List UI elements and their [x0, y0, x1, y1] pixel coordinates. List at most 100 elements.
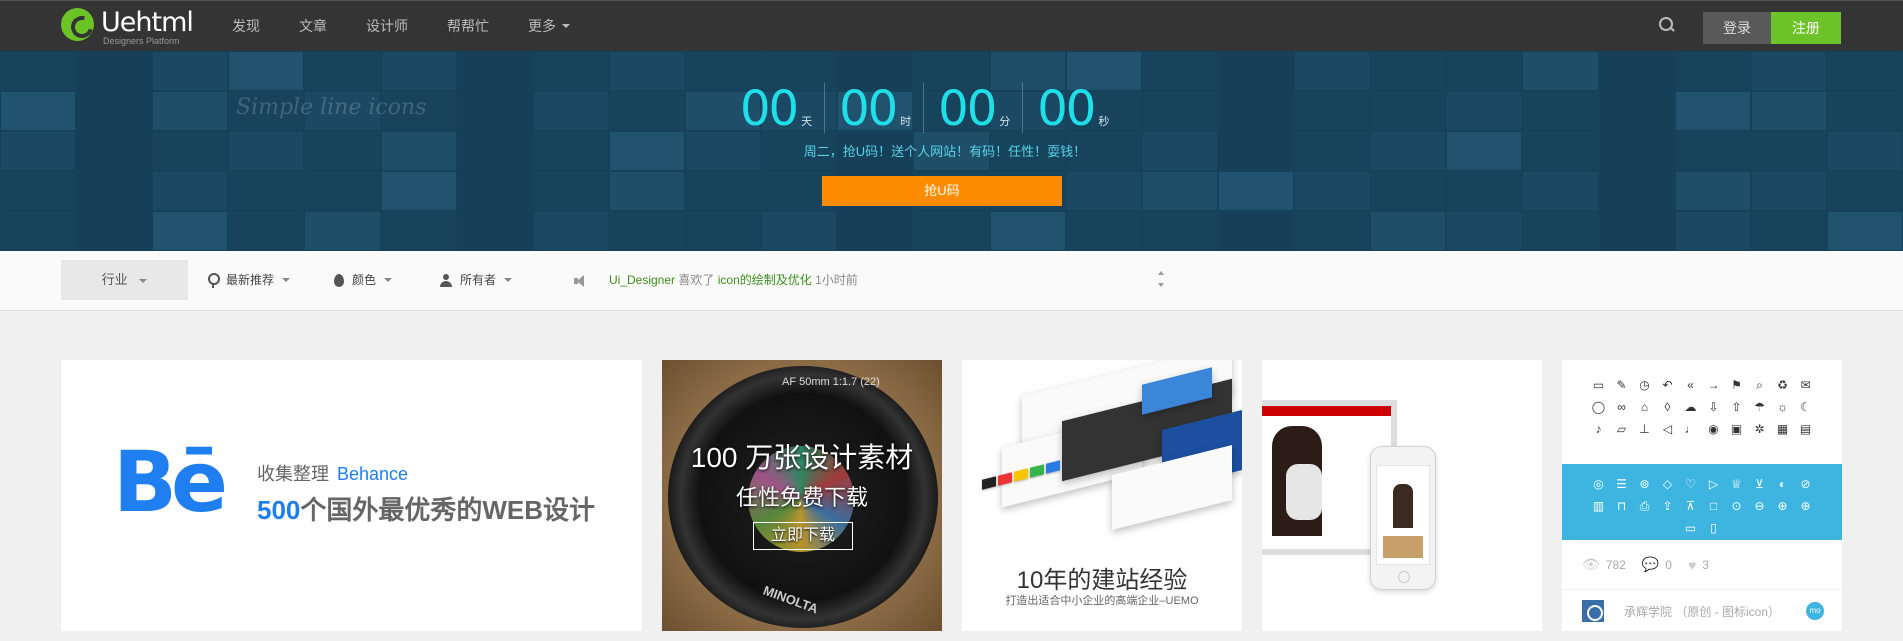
- author-name[interactable]: 承辉学院 （原创 - 图标icon）: [1624, 603, 1780, 620]
- book-icon: ▤: [1799, 422, 1812, 436]
- clock-icon: ◷: [1639, 378, 1650, 392]
- likes-stat[interactable]: ♥ 3: [1688, 557, 1709, 573]
- top-nav: Uehtml Designers Platform 发现 文章 设计师 帮帮忙 …: [0, 0, 1903, 51]
- ticker-scroll-control[interactable]: [1157, 271, 1165, 291]
- arrow-down-icon[interactable]: [1158, 283, 1164, 287]
- uemo-subtitle: 打造出适合中小企业的高端企业–UEMO: [1005, 595, 1199, 607]
- ticker-time: 1小时前: [815, 273, 858, 287]
- image-icon: ▣: [1730, 422, 1743, 436]
- nav-menu: 发现 文章 设计师 帮帮忙 更多: [232, 1, 609, 51]
- calendar-icon: ▦: [1776, 422, 1789, 436]
- icon-row: ♪ ▱ ⊥ ◁ ♩ ◉ ▣ ✲ ▦ ▤: [1562, 418, 1842, 440]
- nav-item-articles[interactable]: 文章: [299, 1, 327, 51]
- likes-count: 3: [1702, 557, 1709, 572]
- sun-icon: ☼: [1777, 400, 1788, 414]
- countdown-hours-unit: 时: [900, 116, 912, 128]
- search-icon: ⌕: [1756, 377, 1763, 392]
- icon-set-card[interactable]: ▭ ✎ ◷ ↶ « → ⚑ ⌕ ♻ ✉ ◯ ∞ ⌂ ◊ ☁ ⇩ ⇧ ☂ ☼ ☾ …: [1562, 360, 1842, 631]
- grab-code-button[interactable]: 抢U码: [822, 176, 1062, 206]
- uemo-ad-card[interactable]: 10年的建站经验 打造出适合中小企业的高端企业–UEMO: [962, 360, 1242, 631]
- camera-icon: ◉: [1708, 422, 1719, 436]
- nav-item-designers[interactable]: 设计师: [366, 1, 408, 51]
- author-badge: mo: [1806, 602, 1824, 620]
- product-thumbs: [1383, 536, 1423, 558]
- filter-recommend-dropdown[interactable]: 最新推荐: [208, 260, 291, 300]
- ticker-target-link[interactable]: icon的绘制及优化: [718, 273, 812, 287]
- icon-set-author-bar: 承辉学院 （原创 - 图标icon） mo: [1562, 589, 1842, 631]
- site-logo[interactable]: Uehtml Designers Platform: [61, 8, 196, 46]
- countdown-days: 00 天: [740, 81, 826, 137]
- database-icon: ☰: [1616, 477, 1627, 491]
- mail-icon: ✉: [1800, 378, 1811, 392]
- video-icon: ▷: [1708, 477, 1719, 491]
- countdown-minutes: 00 分: [938, 81, 1024, 137]
- countdown-hours: 00 时: [839, 83, 925, 133]
- briefcase-icon: ▭: [1684, 521, 1697, 535]
- pin-icon: ⊥: [1639, 422, 1650, 436]
- trash-icon: ♻: [1777, 378, 1788, 392]
- chevron-down-icon: [504, 278, 513, 282]
- register-button[interactable]: 注册: [1771, 12, 1841, 44]
- banner-background-script: Simple line icons: [236, 95, 427, 120]
- download-now-button[interactable]: 立即下载: [753, 522, 853, 550]
- behance-ad-card[interactable]: Bē 收集整理 Behance 500个国外最优秀的WEB设计: [61, 360, 642, 631]
- filter-industry-dropdown[interactable]: 行业: [61, 260, 188, 300]
- inbox-icon: ▭: [1592, 378, 1605, 392]
- chevron-down-icon: [384, 278, 393, 282]
- countdown-minutes-unit: 分: [999, 116, 1011, 128]
- countdown-days-value: 00: [740, 81, 799, 137]
- laptop-header: [1262, 406, 1391, 416]
- search-icon[interactable]: [1659, 17, 1675, 33]
- behance-logo: Bē: [113, 433, 228, 531]
- reply-all-icon: «: [1687, 378, 1694, 392]
- color-drop-icon: [334, 273, 344, 287]
- cloud-icon: ☁: [1684, 400, 1697, 414]
- icon-row: ▥ ⊓ ⎙ ⇪ ⊼ □ ⊙ ⊖ ⊕ ⊕: [1562, 495, 1842, 517]
- phone-screen: [1376, 465, 1430, 565]
- comments-stat[interactable]: 💬 0: [1642, 556, 1672, 573]
- location-icon: ◎: [1593, 477, 1604, 491]
- promo-banner: Simple line icons 00 天 00 时 00 分 00 秒 周二…: [0, 51, 1903, 251]
- lock-icon: ⊓: [1616, 499, 1627, 513]
- icon-row: ▭ ▯: [1562, 517, 1842, 539]
- forward-icon: →: [1707, 378, 1720, 392]
- chevron-down-icon: [562, 24, 570, 28]
- nav-item-more[interactable]: 更多: [528, 1, 570, 51]
- behance-tagline: 500个国外最优秀的WEB设计: [257, 490, 595, 527]
- filter-owner-dropdown[interactable]: 所有者: [440, 260, 513, 300]
- logo-mark-icon: [61, 8, 94, 41]
- countdown-minutes-value: 00: [938, 81, 997, 137]
- moon-icon: ☾: [1800, 400, 1811, 414]
- filter-industry-label: 行业: [101, 272, 128, 287]
- avatar[interactable]: [1582, 600, 1604, 622]
- cloud-upload-icon: ⇧: [1731, 400, 1742, 414]
- filter-color-dropdown[interactable]: 颜色: [334, 260, 393, 300]
- document-icon: ▯: [1710, 521, 1717, 535]
- uemo-title: 10年的建站经验: [1016, 567, 1188, 594]
- tag-icon: ◇: [1662, 477, 1673, 491]
- heart-icon: ♡: [1685, 477, 1696, 491]
- materials-ad-card[interactable]: AF 50mm 1:1.7 (22) 100 万张设计素材 任性免费下载 立即下…: [662, 360, 942, 631]
- comment-icon: 💬: [1641, 556, 1660, 572]
- lens-rim-text: AF 50mm 1:1.7 (22): [782, 376, 880, 388]
- arrow-up-icon[interactable]: [1158, 271, 1164, 275]
- rain-icon: ☂: [1754, 400, 1765, 414]
- eye-icon: ◐: [1778, 477, 1787, 491]
- responsive-design-card[interactable]: [1262, 360, 1542, 631]
- flag-icon: ⚑: [1731, 378, 1742, 392]
- edit-icon: ✎: [1616, 378, 1627, 392]
- login-button[interactable]: 登录: [1703, 12, 1771, 44]
- drop-icon: ◊: [1664, 400, 1671, 414]
- chevron-down-icon: [139, 278, 148, 283]
- user-icon: [440, 273, 452, 287]
- materials-title: 100 万张设计素材: [690, 442, 914, 473]
- cloud-download-icon: ⇩: [1708, 400, 1719, 414]
- nav-item-discover[interactable]: 发现: [232, 1, 260, 51]
- filter-color-label: 颜色: [352, 273, 377, 287]
- ticker-user-link[interactable]: Ui_Designer: [609, 273, 675, 287]
- icon-rows-top: ▭ ✎ ◷ ↶ « → ⚑ ⌕ ♻ ✉ ◯ ∞ ⌂ ◊ ☁ ⇩ ⇧ ☂ ☼ ☾ …: [1562, 360, 1842, 440]
- nav-item-help[interactable]: 帮帮忙: [447, 1, 489, 51]
- filter-bar: 行业 最新推荐 颜色 所有者 Ui_Designer 喜欢了 icon的绘制及优…: [0, 251, 1903, 311]
- link-icon: ∞: [1617, 400, 1626, 414]
- icon-row: ◎ ☰ ⊚ ◇ ♡ ▷ ♕ ⊻ ◐ ⊘: [1562, 473, 1842, 495]
